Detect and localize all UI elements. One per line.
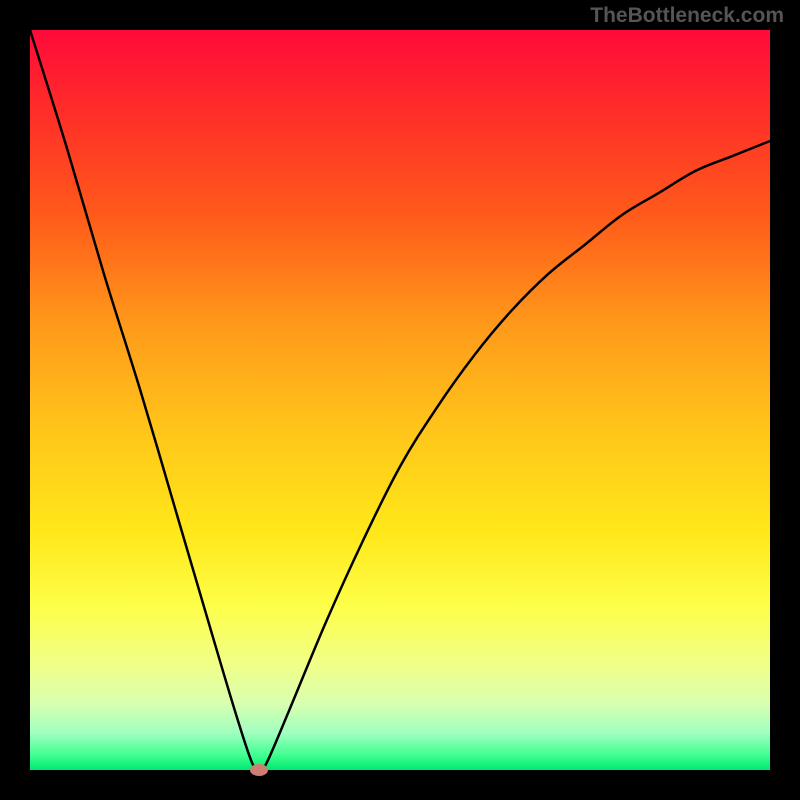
- curve-svg: [30, 30, 770, 770]
- plot-area: [30, 30, 770, 770]
- chart-container: TheBottleneck.com: [0, 0, 800, 800]
- attribution-text: TheBottleneck.com: [590, 4, 784, 28]
- minimum-marker: [250, 764, 268, 776]
- bottleneck-curve: [30, 30, 770, 770]
